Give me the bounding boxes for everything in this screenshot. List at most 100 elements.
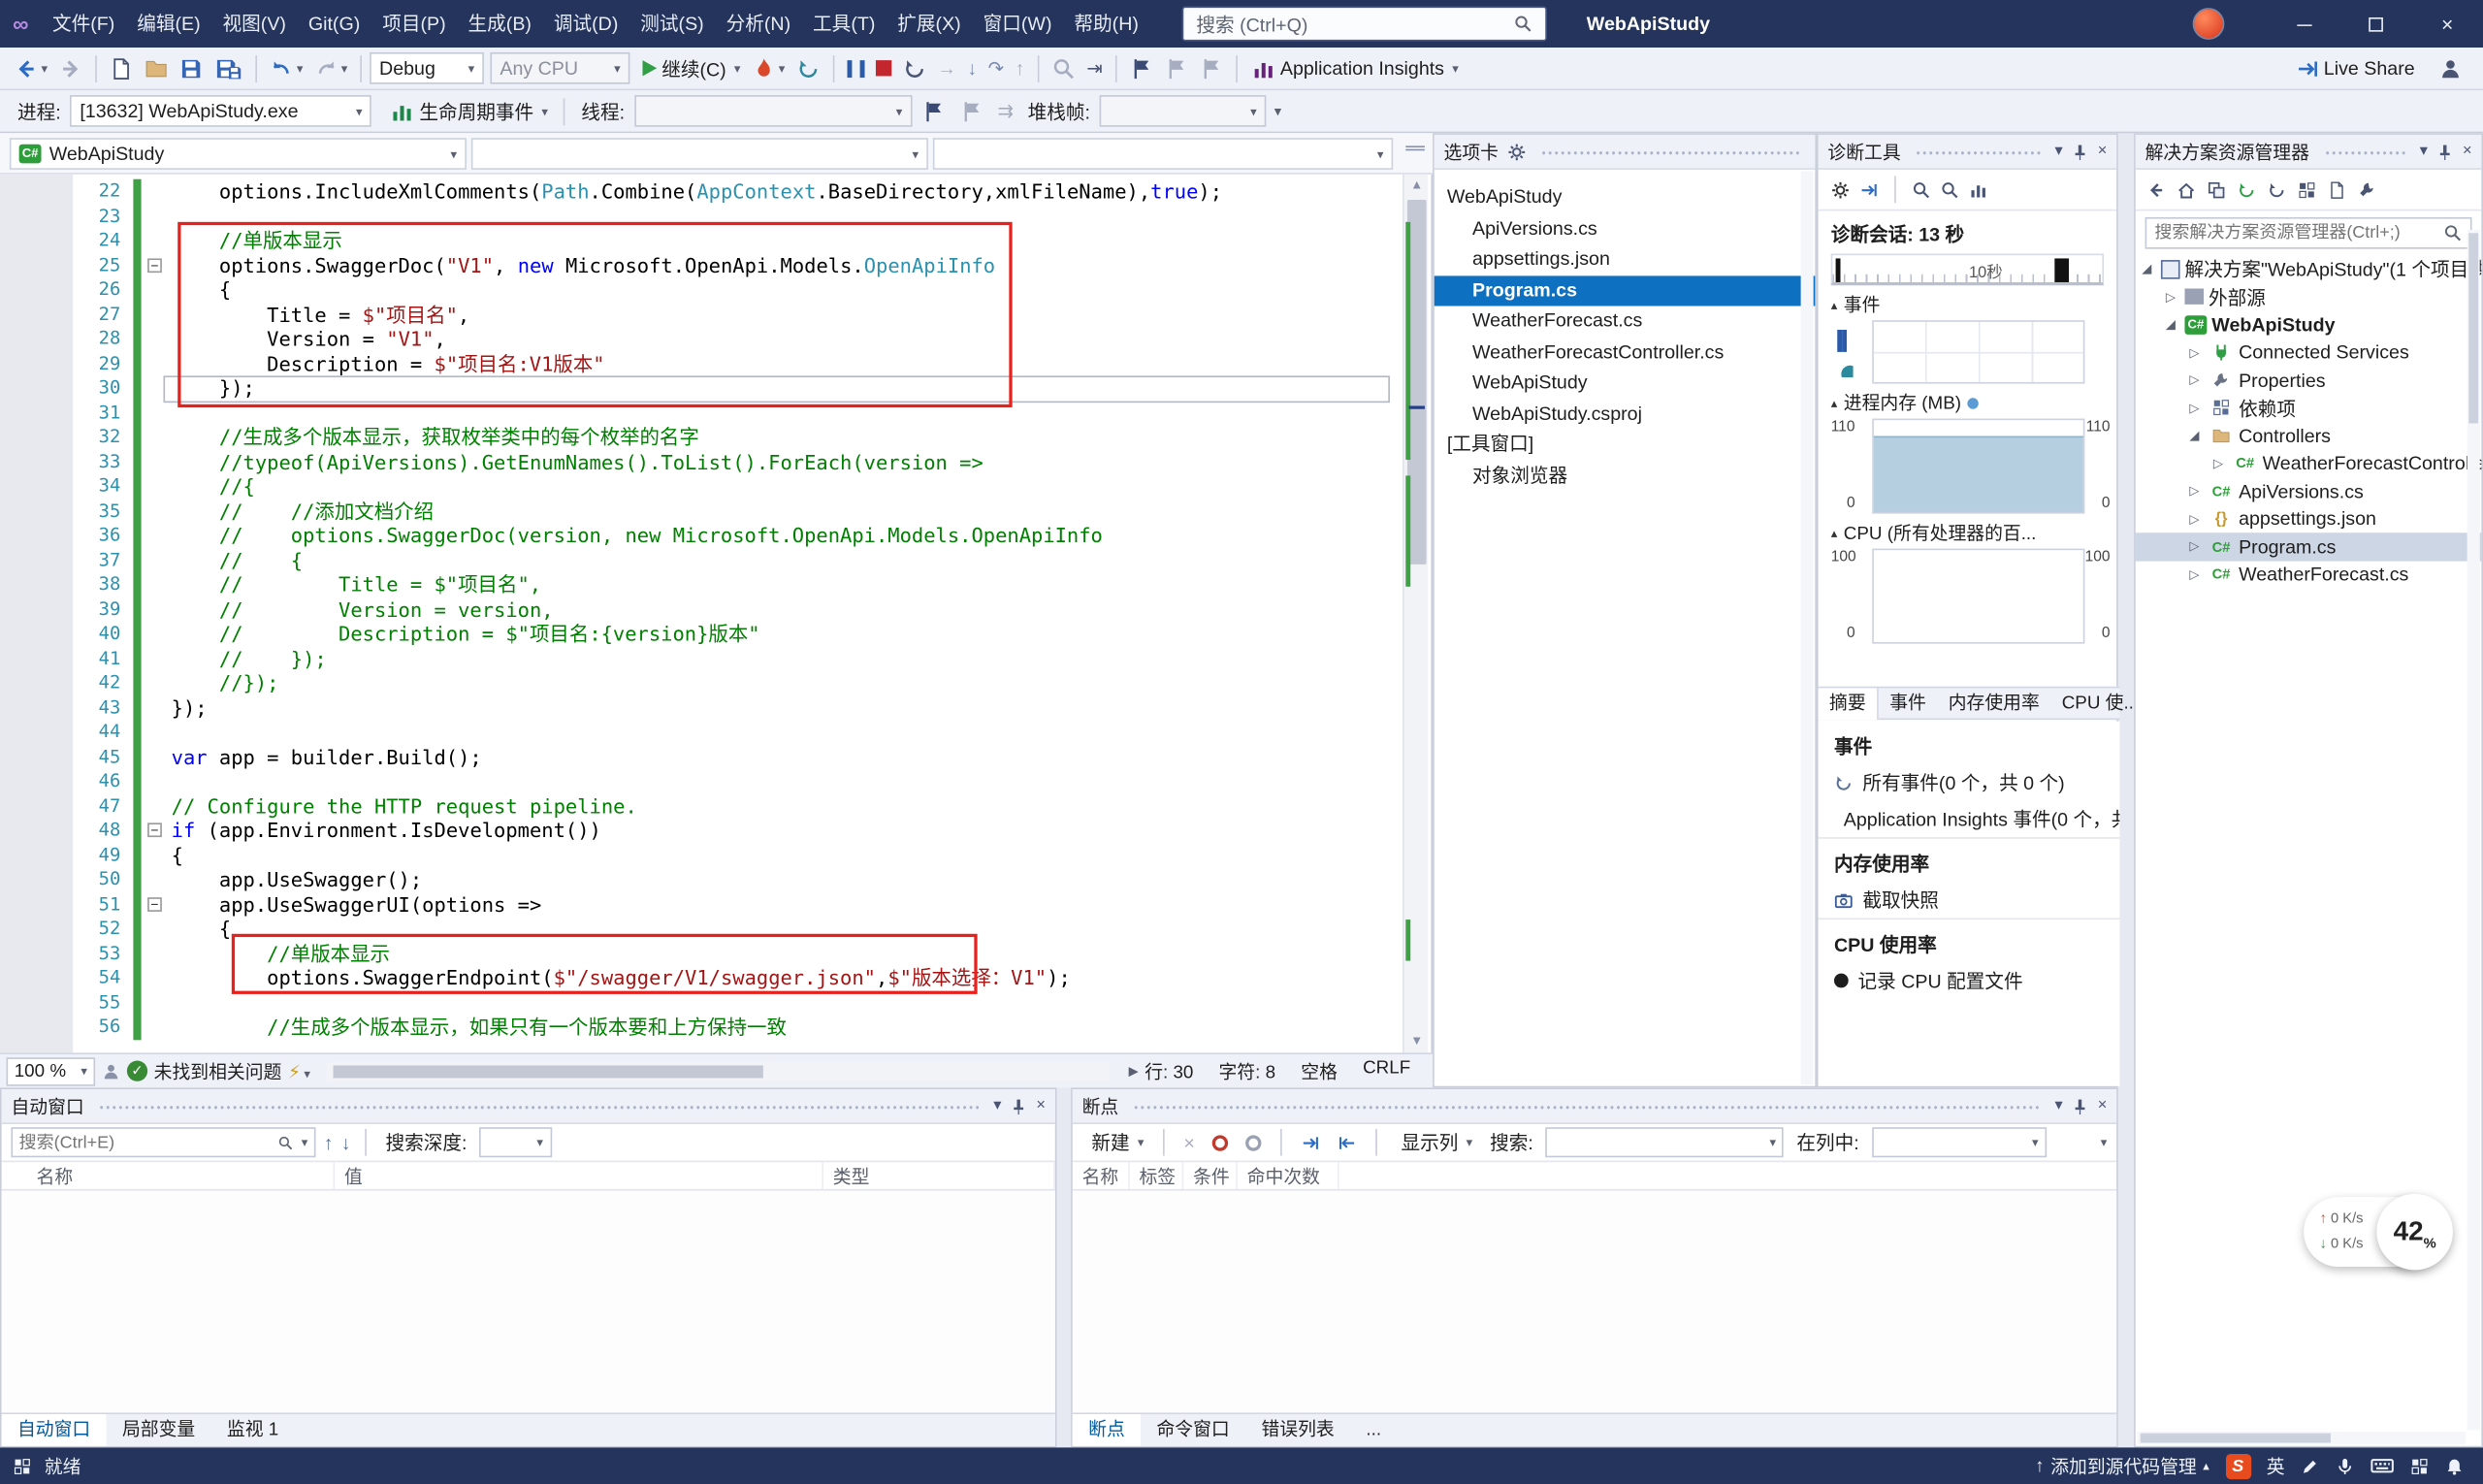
save-button[interactable] xyxy=(175,50,208,85)
open-document-Program.cs[interactable]: Program.cs xyxy=(1434,274,1816,306)
breakpoints-header[interactable]: 断点 ▾ × xyxy=(1072,1088,2117,1124)
close-icon[interactable]: × xyxy=(1036,1097,1046,1114)
solution-explorer-header[interactable]: 解决方案资源管理器 ▾ × xyxy=(2135,134,2482,170)
autos-column-值[interactable]: 值 xyxy=(335,1162,823,1189)
fold-toggle-icon[interactable]: − xyxy=(147,257,162,273)
menu-分析(N)[interactable]: 分析(N) xyxy=(715,0,801,48)
diagnostics-tab-内存使用率[interactable]: 内存使用率 xyxy=(1937,688,2050,720)
tree-item-Properties[interactable]: ▷ Properties xyxy=(2136,367,2482,395)
flag-threads-button[interactable] xyxy=(917,93,950,128)
code-line-22[interactable]: 22 options.IncludeXmlComments(Path.Combi… xyxy=(0,179,1403,204)
autos-tab-监视 1[interactable]: 监视 1 xyxy=(211,1414,295,1446)
timeline-handle-left[interactable] xyxy=(1835,258,1841,282)
unflag-threads-button[interactable] xyxy=(954,93,987,128)
navigate-back-button[interactable]: ▾ xyxy=(10,50,52,85)
home-icon[interactable] xyxy=(2177,180,2196,200)
stop-debugging-button[interactable] xyxy=(871,50,896,85)
search-down-icon[interactable]: ↓ xyxy=(341,1131,351,1153)
menu-调试(D)[interactable]: 调试(D) xyxy=(542,0,629,48)
task-center-icon[interactable] xyxy=(13,1456,32,1475)
navigate-forward-button[interactable] xyxy=(54,50,87,85)
autos-tab-局部变量[interactable]: 局部变量 xyxy=(107,1414,211,1446)
close-icon[interactable]: × xyxy=(2098,1097,2108,1114)
solution-vertical-scrollbar[interactable] xyxy=(2467,230,2480,1431)
solution-search-input[interactable] xyxy=(2154,223,2444,243)
tree-item-解决方案"WebApiStudy"(1-个项目/共...[interactable]: ◢ 解决方案"WebApiStudy"(1 个项目/共... xyxy=(2136,255,2481,283)
code-line-33[interactable]: 33 //typeof(ApiVersions).GetEnumNames().… xyxy=(0,449,1403,473)
code-line-54[interactable]: 54 options.SwaggerEndpoint($"/swagger/V1… xyxy=(0,965,1403,989)
code-line-34[interactable]: 34 //{ xyxy=(0,474,1403,499)
record-cpu-link[interactable]: 记录 CPU 配置文件 xyxy=(1819,962,2120,999)
menu-窗口(W)[interactable]: 窗口(W) xyxy=(972,0,1063,48)
threads-dropdown[interactable]: ▾ xyxy=(633,95,913,127)
whitespace-indicator[interactable]: 空格 xyxy=(1301,1058,1338,1083)
autos-grid-body[interactable] xyxy=(1,1190,1055,1446)
export-icon[interactable] xyxy=(1859,180,1879,200)
chevron-collapsed-icon[interactable]: ▷ xyxy=(2189,512,2209,527)
breakpoints-search-box[interactable]: ▾ xyxy=(1545,1127,1785,1158)
tree-item-Connected-Services[interactable]: ▷ Connected Services xyxy=(2136,339,2482,367)
breakpoints-tabs-overflow[interactable]: ... xyxy=(1350,1414,1397,1446)
pin-icon[interactable] xyxy=(1010,1096,1029,1115)
code-line-56[interactable]: 56 //生成多个版本显示，如果只有一个版本要和上方保持一致 xyxy=(0,1015,1403,1039)
chevron-down-icon[interactable]: ▾ xyxy=(2420,143,2428,160)
code-line-51[interactable]: 51 − app.UseSwaggerUI(options => xyxy=(0,891,1403,916)
delete-breakpoint-button[interactable]: × xyxy=(1178,1125,1199,1160)
code-line-41[interactable]: 41 // }); xyxy=(0,646,1403,670)
step-out-button[interactable]: ↑ xyxy=(1011,50,1030,85)
open-document-WeatherForecast.cs[interactable]: WeatherForecast.cs xyxy=(1435,306,1816,337)
process-dropdown[interactable]: [13632] WebApiStudy.exe ▾ xyxy=(70,95,372,127)
open-file-button[interactable] xyxy=(140,50,173,85)
sogou-ime-icon[interactable]: S xyxy=(2225,1453,2251,1479)
find-in-files-button[interactable] xyxy=(1047,50,1080,85)
solution-platform-dropdown[interactable]: Any CPU ▾ xyxy=(490,51,630,84)
zoom-in-icon[interactable] xyxy=(1912,180,1931,200)
gear-icon[interactable] xyxy=(1506,142,1526,161)
solution-configuration-dropdown[interactable]: Debug ▾ xyxy=(370,51,484,84)
breakpoints-grid-body[interactable] xyxy=(1072,1190,2117,1446)
in-column-input[interactable] xyxy=(1880,1132,2024,1152)
breakpoints-tab-错误列表[interactable]: 错误列表 xyxy=(1245,1414,1350,1446)
code-line-50[interactable]: 50 app.UseSwagger(); xyxy=(0,867,1403,891)
toggle-flagged-only-button[interactable]: ⇉ xyxy=(993,93,1018,128)
autos-column-名称[interactable]: 名称 xyxy=(2,1162,336,1189)
quick-search-box[interactable]: 搜索 (Ctrl+Q) xyxy=(1181,6,1547,42)
breakpoints-column-标签[interactable]: 标签 xyxy=(1130,1162,1184,1189)
code-line-46[interactable]: 46 xyxy=(0,769,1403,793)
menu-项目(P)[interactable]: 项目(P) xyxy=(371,0,457,48)
autos-search-input[interactable] xyxy=(18,1132,274,1152)
code-line-30[interactable]: 30 }); xyxy=(0,375,1403,403)
scroll-right-icon[interactable]: ▶ xyxy=(1129,1064,1139,1079)
menu-工具(T)[interactable]: 工具(T) xyxy=(802,0,887,48)
memory-section-header[interactable]: ▴ 进程内存 (MB) xyxy=(1819,384,2117,416)
chevron-down-icon[interactable]: ▾ xyxy=(2055,1097,2063,1114)
menu-扩展(X)[interactable]: 扩展(X) xyxy=(887,0,972,48)
code-line-38[interactable]: 38 // Title = $"项目名", xyxy=(0,572,1403,597)
lifecycle-events-button[interactable]: 生命周期事件 ▾ xyxy=(386,93,553,128)
zoom-dropdown[interactable]: 100 % ▾ xyxy=(6,1056,96,1085)
live-share-button[interactable]: Live Share xyxy=(2290,50,2424,85)
cpu-section-header[interactable]: ▴ CPU (所有处理器的百... xyxy=(1819,514,2117,546)
undo-button[interactable]: ▾ xyxy=(265,50,307,85)
menu-文件(F)[interactable]: 文件(F) xyxy=(42,0,126,48)
chevron-expanded-icon[interactable]: ◢ xyxy=(2166,317,2185,332)
code-line-43[interactable]: 43}); xyxy=(0,695,1403,720)
diagnostics-tab-摘要[interactable]: 摘要 xyxy=(1818,687,1879,720)
code-line-27[interactable]: 27 Title = $"项目名", xyxy=(0,302,1403,326)
breakpoints-column-名称[interactable]: 名称 xyxy=(1073,1162,1130,1189)
toggle-bookmark-button[interactable] xyxy=(1125,50,1158,85)
chevron-expanded-icon[interactable]: ◢ xyxy=(2189,429,2209,443)
tree-item-外部源[interactable]: ▷ 外部源 xyxy=(2136,283,2482,311)
back-icon[interactable] xyxy=(2146,180,2166,200)
code-line-35[interactable]: 35 // //添加文档介绍 xyxy=(0,499,1403,523)
share-person-button[interactable] xyxy=(2434,50,2467,85)
tabs-panel-header[interactable]: 选项卡 xyxy=(1434,134,1816,170)
toolbar-overflow-button[interactable]: ▾ xyxy=(1274,102,1281,119)
code-line-48[interactable]: 48 − if (app.Environment.IsDevelopment()) xyxy=(0,818,1403,842)
autos-column-类型[interactable]: 类型 xyxy=(823,1162,1055,1189)
member-dropdown[interactable]: ▾ xyxy=(932,138,1394,170)
user-avatar[interactable] xyxy=(2192,8,2225,40)
open-document-ApiVersions.cs[interactable]: ApiVersions.cs xyxy=(1435,213,1816,244)
stack-frame-dropdown[interactable]: ▾ xyxy=(1099,95,1267,127)
sync-icon[interactable] xyxy=(2237,180,2256,200)
